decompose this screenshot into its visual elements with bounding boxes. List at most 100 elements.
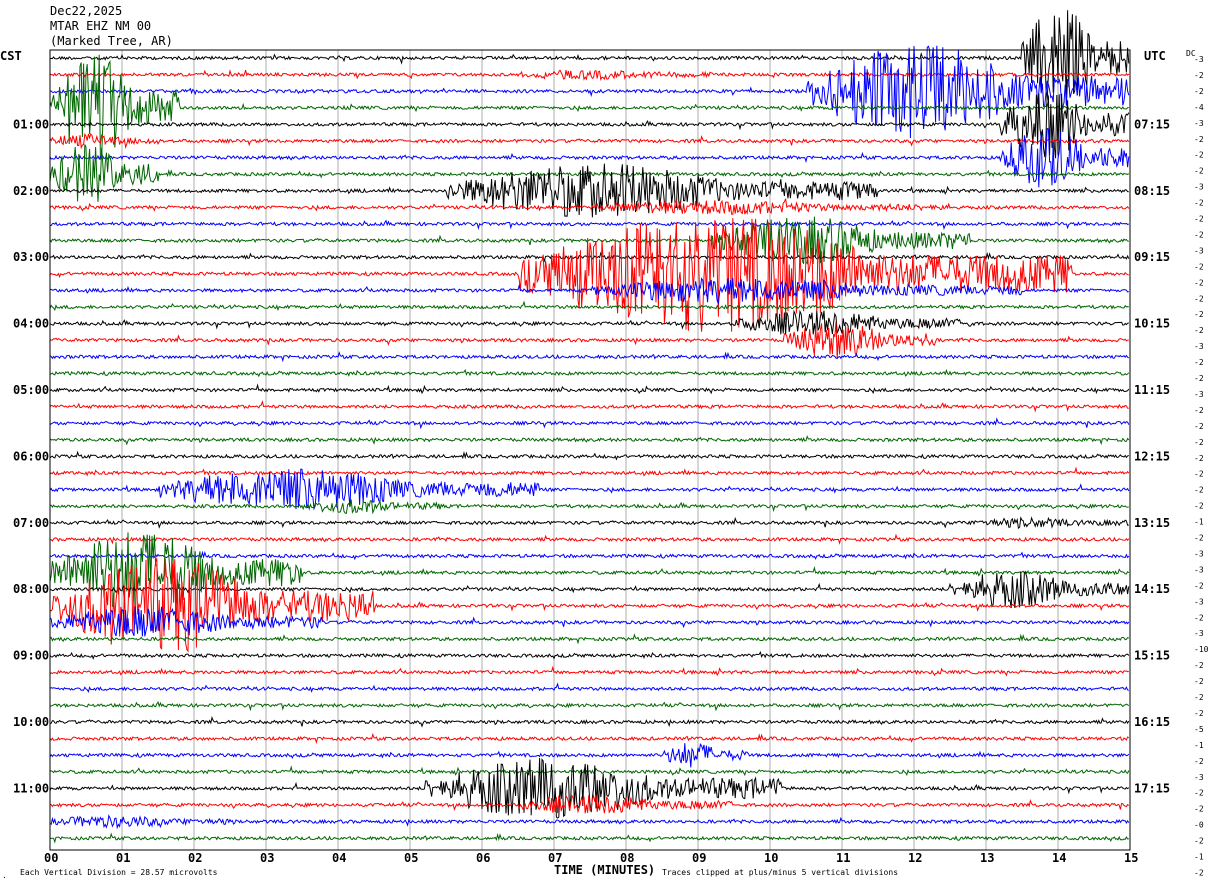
left-hour-label: 10:00 — [13, 715, 49, 729]
right-hour-label: 15:15 — [1134, 649, 1170, 663]
dc-offset: -3 — [1194, 549, 1204, 558]
left-hour-label: 03:00 — [13, 250, 49, 264]
seismogram: Dec22,2025 MTAR EHZ NM 00 (Marked Tree, … — [0, 4, 1209, 880]
dc-offset: -3 — [1194, 119, 1204, 128]
dc-offset: -2 — [1194, 613, 1204, 622]
dc-offset: -2 — [1194, 199, 1204, 208]
x-tick-label: 02 — [188, 851, 202, 865]
right-hour-label: 09:15 — [1134, 250, 1170, 264]
seismic-trace — [50, 571, 1130, 609]
dc-offset: -3 — [1194, 55, 1204, 64]
dc-offset: -5 — [1194, 725, 1204, 734]
seismic-trace — [49, 417, 1130, 430]
right-hour-label: 12:15 — [1134, 449, 1170, 463]
dc-offset: -0 — [1194, 821, 1204, 830]
dc-offset: -3 — [1194, 390, 1204, 399]
seismic-trace — [49, 300, 1129, 312]
x-tick-label: 12 — [908, 851, 922, 865]
dc-offset: -2 — [1194, 709, 1204, 718]
seismic-trace — [49, 218, 1129, 332]
seismic-trace — [49, 466, 1130, 477]
dc-offset: -2 — [1194, 167, 1204, 176]
right-timezone: UTC — [1144, 49, 1166, 63]
dc-offset: -3 — [1194, 597, 1204, 606]
dc-offset: -2 — [1194, 230, 1204, 239]
dc-offset: -2 — [1194, 326, 1204, 335]
left-hour-label: 11:00 — [13, 781, 49, 795]
seismic-trace — [49, 682, 1129, 693]
seismic-trace — [49, 368, 1130, 378]
dc-offset: -4 — [1194, 103, 1204, 112]
x-tick-label: 05 — [404, 851, 418, 865]
clip-note: Traces clipped at plus/minus 5 vertical … — [662, 868, 898, 877]
seismic-trace — [49, 198, 1130, 215]
dc-offset: -3 — [1194, 629, 1204, 638]
dc-offset: -2 — [1194, 534, 1204, 543]
trace-group — [49, 10, 1130, 844]
seismic-trace — [49, 516, 1129, 530]
dc-offset: -2 — [1194, 438, 1204, 447]
seismic-trace — [49, 765, 1130, 777]
station-label: MTAR EHZ NM 00 — [50, 19, 151, 33]
dc-offset: -3 — [1194, 773, 1204, 782]
right-hour-label: 16:15 — [1134, 715, 1170, 729]
dc-offset: -2 — [1194, 581, 1204, 590]
dc-offset: -2 — [1194, 310, 1204, 319]
dc-offset: -2 — [1194, 135, 1204, 144]
x-tick-label: 00 — [44, 851, 58, 865]
seismic-trace — [49, 716, 1130, 728]
dc-offset: -3 — [1194, 246, 1204, 255]
seismic-trace — [49, 163, 1129, 218]
left-time-labels: 01:00 02:00 03:00 04:00 05:00 06:00 07:00 08:00… — [13, 117, 49, 795]
left-hour-label: 06:00 — [13, 449, 49, 463]
seismic-trace — [49, 832, 1129, 844]
dc-offset: -1 — [1194, 518, 1204, 527]
date-label: Dec22,2025 — [50, 4, 122, 18]
dc-offset: -2 — [1194, 470, 1204, 479]
x-tick-label: 03 — [260, 851, 274, 865]
seismic-trace — [49, 321, 1129, 360]
dc-offset: -2 — [1194, 278, 1204, 287]
left-hour-label: 02:00 — [13, 184, 49, 198]
x-tick-label: 04 — [332, 851, 346, 865]
left-hour-label: 07:00 — [13, 516, 49, 530]
left-hour-label: 01:00 — [13, 117, 49, 131]
right-hour-label: 11:15 — [1134, 383, 1170, 397]
dc-offset: -2 — [1194, 805, 1204, 814]
dc-offset: -2 — [1194, 486, 1204, 495]
seismic-trace — [49, 550, 1130, 561]
seismic-trace — [49, 793, 1130, 814]
dc-offset: -3 — [1194, 565, 1204, 574]
dc-offset: -2 — [1194, 87, 1204, 96]
left-hour-label: 08:00 — [13, 582, 49, 596]
seismic-trace — [49, 132, 1130, 150]
seismic-trace — [49, 633, 1129, 645]
dc-offset: -2 — [1194, 789, 1204, 798]
dc-offset: -2 — [1194, 693, 1204, 702]
dc-offset: -3 — [1194, 183, 1204, 192]
right-hour-label: 14:15 — [1134, 582, 1170, 596]
dc-offset: -2 — [1194, 677, 1204, 686]
seismic-trace — [49, 814, 1130, 830]
corner-mark: . — [2, 871, 7, 880]
x-tick-label: 10 — [764, 851, 778, 865]
seismic-trace — [49, 499, 1129, 515]
dc-offset: -2 — [1194, 262, 1204, 271]
seismic-trace — [49, 732, 1130, 745]
right-hour-label: 13:15 — [1134, 516, 1170, 530]
seismic-trace — [49, 665, 1129, 677]
dc-offset: -2 — [1194, 502, 1204, 511]
x-tick-label: 06 — [476, 851, 490, 865]
seismic-trace — [49, 743, 1130, 768]
dc-offset: -1 — [1194, 853, 1204, 862]
dc-offset: -2 — [1194, 294, 1204, 303]
seismic-trace — [49, 383, 1130, 395]
right-hour-label: 07:15 — [1134, 117, 1170, 131]
x-tick-label: 09 — [692, 851, 706, 865]
seismic-trace — [49, 309, 1129, 335]
dc-offset: -10 — [1194, 645, 1209, 654]
dc-offset: -2 — [1194, 215, 1204, 224]
right-hour-label: 08:15 — [1134, 184, 1170, 198]
location-label: (Marked Tree, AR) — [50, 34, 173, 48]
scale-note: Each Vertical Division = 28.57 microvolt… — [20, 868, 218, 877]
